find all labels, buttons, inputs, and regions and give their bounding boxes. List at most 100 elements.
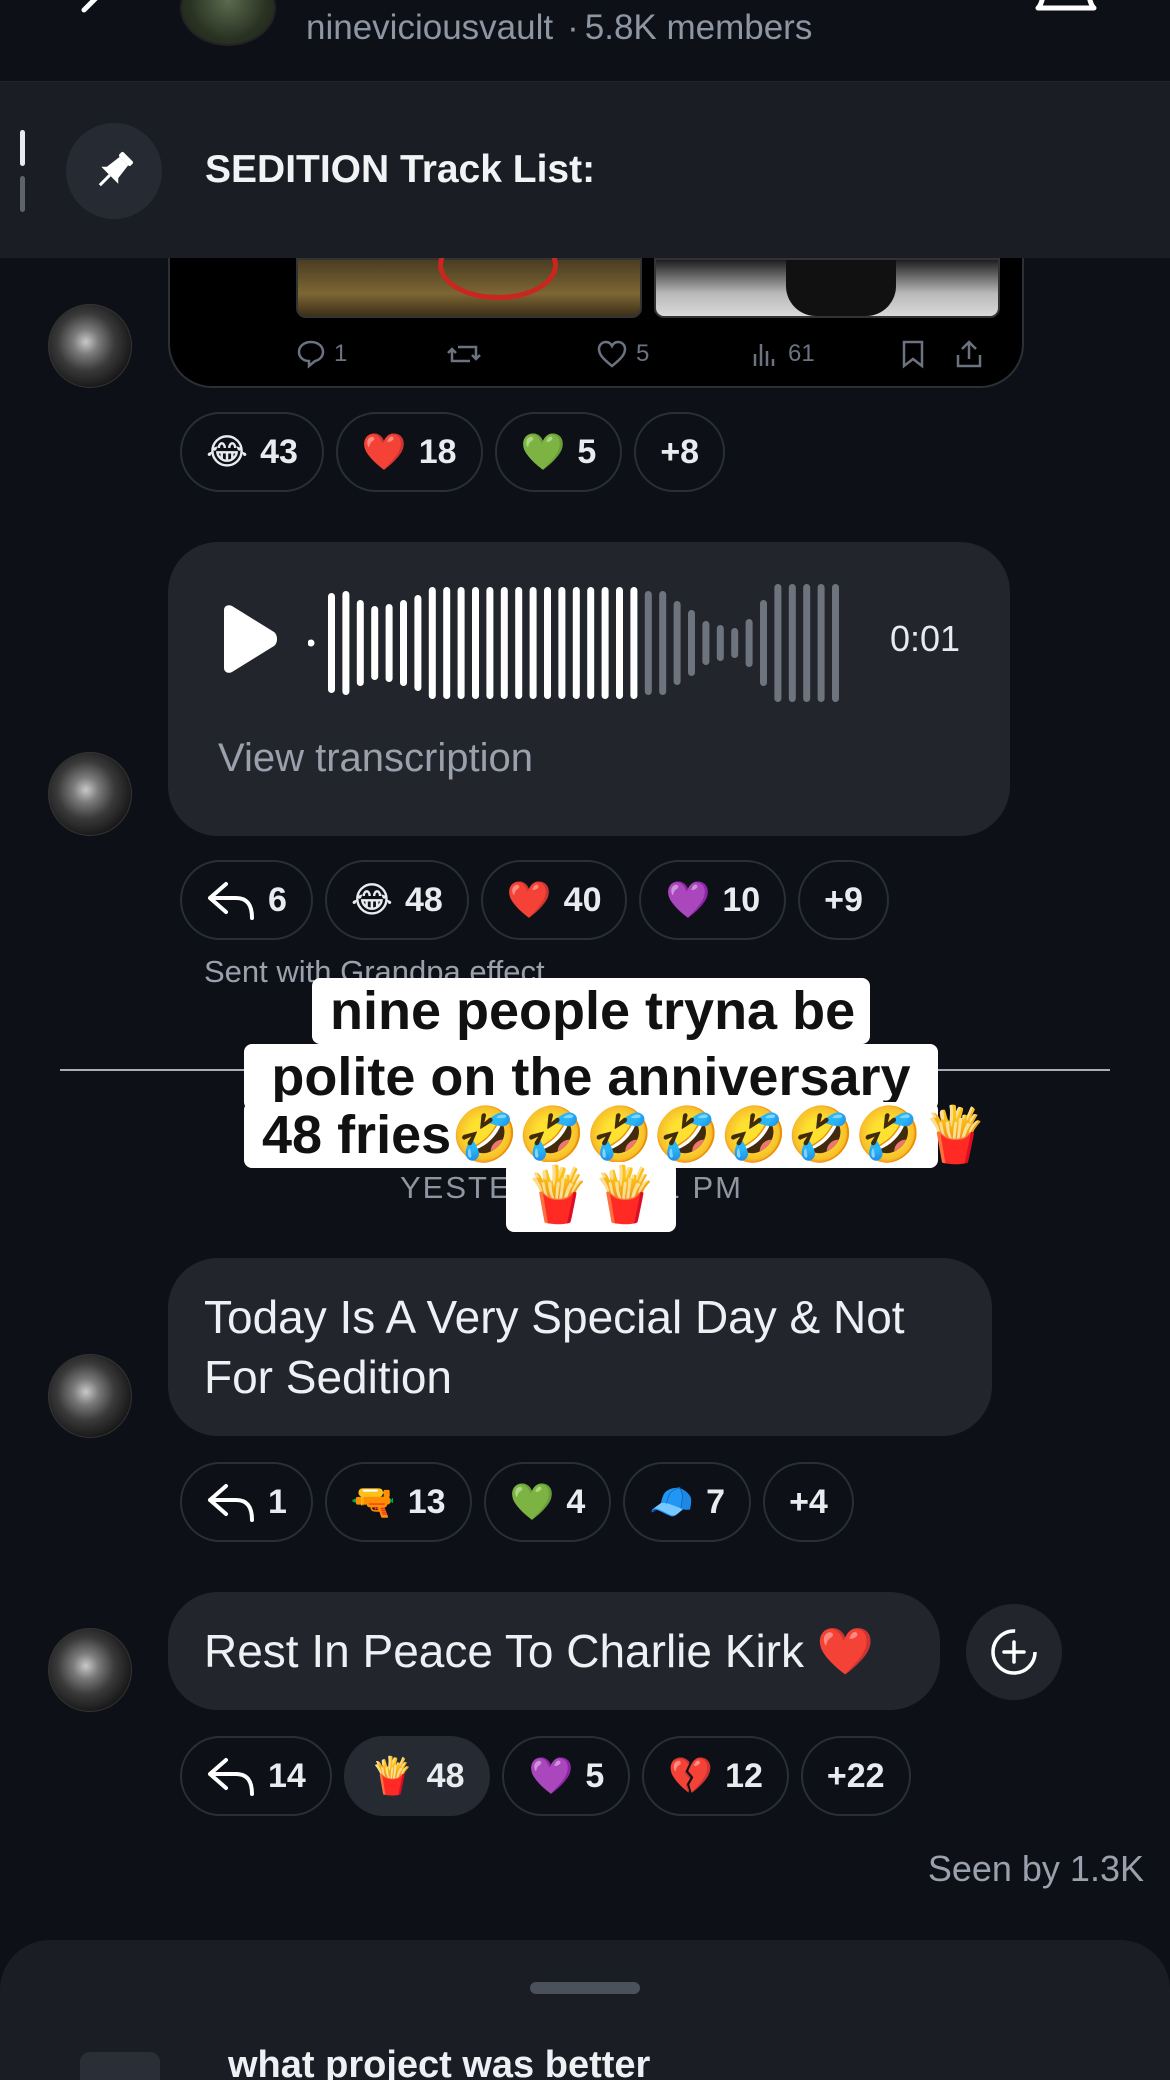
message-bubble[interactable]: Today Is A Very Special Day & Not For Se… xyxy=(168,1258,992,1436)
share-icon xyxy=(956,340,982,368)
more-reactions-chip[interactable]: +22 xyxy=(800,1736,911,1816)
waveform-bar xyxy=(428,587,436,699)
reaction-row: 14 🍟 48 💜 5 💔 12 +22 xyxy=(180,1736,911,1816)
waveform-bar xyxy=(457,587,465,699)
reaction-chip[interactable]: 🔫 13 xyxy=(324,1462,472,1542)
reply-stat: 1 xyxy=(296,339,347,369)
view-transcription-link[interactable]: View transcription xyxy=(218,736,533,781)
reply-count-chip[interactable]: 14 xyxy=(180,1736,332,1816)
member-count: 5.8K members xyxy=(584,8,813,47)
waveform-bar xyxy=(587,587,595,699)
reaction-row: 1 🔫 13 💚 4 🧢 7 +4 xyxy=(180,1462,854,1542)
embedded-image xyxy=(296,258,642,318)
like-count: 5 xyxy=(636,340,650,367)
views-icon xyxy=(753,344,775,366)
back-arrow-icon[interactable] xyxy=(70,0,114,32)
reaction-chip[interactable]: 😂 48 xyxy=(324,860,469,940)
caption-line: 🍟🍟 xyxy=(506,1162,676,1232)
reply-count-chip[interactable]: 6 xyxy=(180,860,313,940)
pinned-title: SEDITION Track List: xyxy=(205,148,596,191)
poll-question[interactable]: what project was better xyxy=(228,2044,650,2080)
group-avatar[interactable] xyxy=(180,0,276,46)
play-icon[interactable] xyxy=(212,604,282,674)
share-stat xyxy=(954,339,984,369)
sheet-drag-handle[interactable] xyxy=(530,1982,640,1994)
audio-waveform[interactable] xyxy=(308,582,848,704)
waveform-bar xyxy=(817,584,825,702)
sender-avatar[interactable] xyxy=(48,1354,132,1438)
waveform-bar xyxy=(500,587,508,699)
bell-icon[interactable] xyxy=(1034,0,1098,38)
reply-count: 1 xyxy=(334,340,348,367)
bottom-sheet[interactable]: what project was better xyxy=(0,1940,1170,2080)
more-reactions-chip[interactable]: +8 xyxy=(634,412,726,492)
add-reaction-button[interactable] xyxy=(966,1604,1062,1700)
reply-count-chip[interactable]: 1 xyxy=(180,1462,313,1542)
group-subtitle[interactable]: nineviciousvault · 5.8K members xyxy=(306,8,812,48)
waveform-dot xyxy=(308,639,315,647)
waveform-bar xyxy=(616,587,623,699)
pin-icon-container[interactable] xyxy=(66,123,162,219)
reaction-chip[interactable]: 💜 5 xyxy=(502,1736,631,1816)
reaction-chip[interactable]: 💚 5 xyxy=(494,412,623,492)
waveform-bar xyxy=(832,584,839,702)
message-bubble[interactable]: Rest In Peace To Charlie Kirk ❤️ xyxy=(168,1592,940,1710)
sender-avatar[interactable] xyxy=(48,752,132,836)
waveform-bar xyxy=(803,584,811,702)
poll-thumbnail xyxy=(80,2052,160,2080)
waveform-bar xyxy=(558,587,566,699)
repost-stat xyxy=(446,339,482,369)
waveform-bar xyxy=(716,625,724,661)
waveform-bar xyxy=(486,587,494,699)
waveform-bar xyxy=(702,621,710,665)
waveform-bar xyxy=(745,619,753,667)
seen-by-count[interactable]: Seen by 1.3K xyxy=(928,1848,1144,1890)
waveform-bar xyxy=(385,604,393,682)
voice-duration: 0:01 xyxy=(890,618,961,659)
reaction-chip[interactable]: ❤️ 40 xyxy=(480,860,628,940)
more-reactions-chip[interactable]: +4 xyxy=(763,1462,854,1542)
waveform-bar xyxy=(544,587,551,699)
reply-arrow-icon xyxy=(208,1758,254,1796)
waveform-bar xyxy=(659,591,667,695)
waveform-bar xyxy=(760,600,767,686)
waveform-bar xyxy=(788,584,796,702)
waveform-bar xyxy=(731,628,739,658)
waveform-bar xyxy=(688,610,695,676)
waveform-bar xyxy=(673,601,681,685)
sender-avatar[interactable] xyxy=(48,304,132,388)
reply-arrow-icon xyxy=(208,1484,254,1522)
sender-avatar[interactable] xyxy=(48,1628,132,1712)
add-reaction-icon xyxy=(991,1629,1037,1675)
waveform-bar xyxy=(443,587,451,699)
reaction-chip[interactable]: 🧢 7 xyxy=(623,1462,752,1542)
waveform-bar xyxy=(774,584,782,702)
waveform-bar xyxy=(515,587,523,699)
reaction-chip[interactable]: 😂 43 xyxy=(180,412,324,492)
chat-header: nineviciousvault · 5.8K members xyxy=(0,0,1170,82)
separator-dot: · xyxy=(567,8,579,47)
waveform-bar xyxy=(342,591,350,695)
waveform-bar xyxy=(601,587,609,699)
reaction-chip[interactable]: 💜 10 xyxy=(639,860,787,940)
pin-icon xyxy=(98,152,133,187)
bookmark-icon xyxy=(902,340,924,369)
waveform-bar xyxy=(529,587,537,699)
voice-message-bubble: 0:01 View transcription xyxy=(168,542,1010,836)
caption-line: nine people tryna be xyxy=(312,978,870,1044)
reaction-chip[interactable]: 💚 4 xyxy=(483,1462,612,1542)
reaction-chip[interactable]: 💔 12 xyxy=(642,1736,789,1816)
group-name: nineviciousvault xyxy=(306,8,554,47)
more-reactions-chip[interactable]: +9 xyxy=(798,860,889,940)
like-stat: 5 xyxy=(596,339,649,369)
waveform-bar xyxy=(414,595,422,691)
waveform-bar xyxy=(371,606,379,680)
embedded-image xyxy=(654,258,1000,318)
reply-arrow-icon xyxy=(208,882,254,920)
reaction-row: 😂 43 ❤️ 18 💚 5 +8 xyxy=(180,412,726,492)
reaction-chip-selected[interactable]: 🍟 48 xyxy=(343,1736,491,1816)
waveform-bar xyxy=(328,593,335,693)
caption-line: 48 fries🤣🤣🤣🤣🤣🤣🤣🍟 xyxy=(244,1102,989,1168)
embedded-post-card[interactable]: 1 5 61 xyxy=(168,258,1024,388)
reaction-chip[interactable]: ❤️ 18 xyxy=(335,412,483,492)
